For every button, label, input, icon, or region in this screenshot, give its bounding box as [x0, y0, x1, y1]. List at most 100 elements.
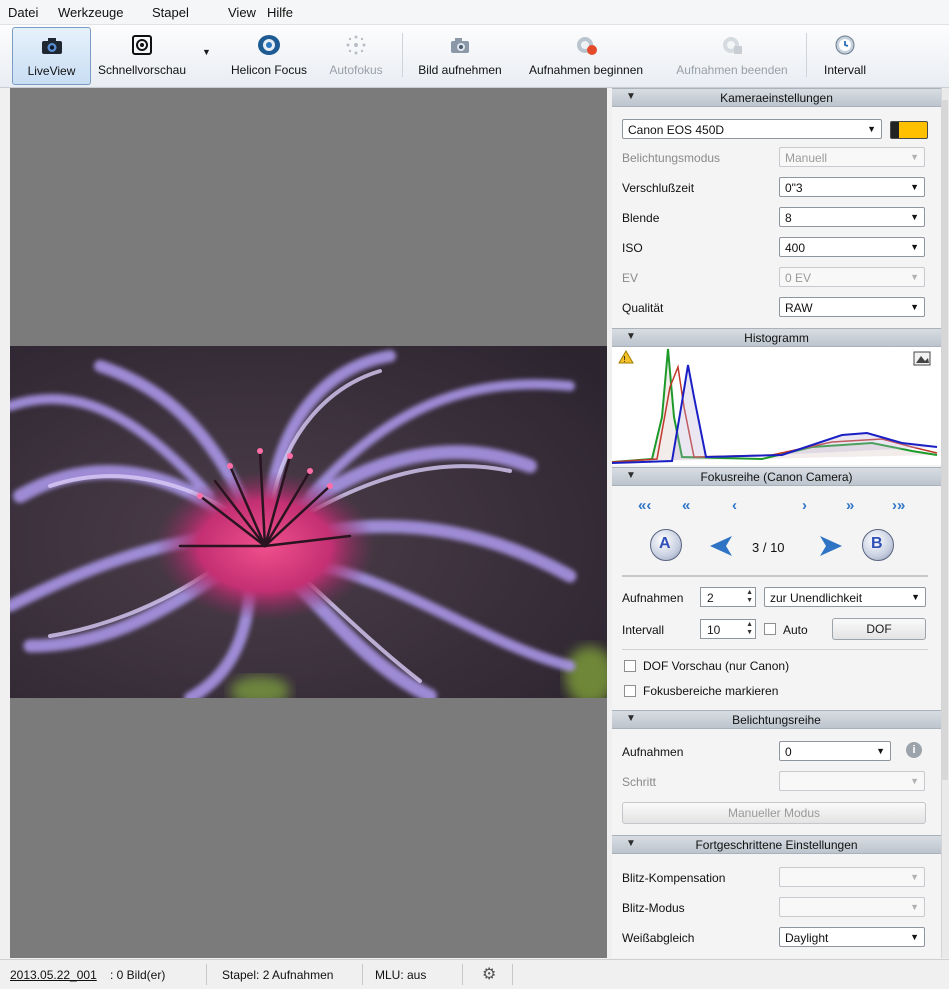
schnellvorschau-dropdown[interactable]: ▼ — [195, 27, 217, 83]
session-link[interactable]: 2013.05.22_001 — [10, 968, 97, 982]
section-histogramm[interactable]: ▼ Histogramm — [612, 328, 941, 347]
aufnahmen-beenden-button[interactable]: Aufnahmen beenden — [662, 27, 802, 83]
belichtung-aufnahmen-select[interactable]: 0 ▼ — [779, 741, 891, 761]
manueller-modus-button[interactable]: Manueller Modus — [622, 802, 926, 824]
step-forward-medium-icon[interactable]: » — [846, 497, 854, 514]
ev-select[interactable]: 0 EV ▼ — [779, 267, 925, 287]
gear-icon[interactable]: ⚙ — [482, 964, 496, 984]
section-fortgeschrittene-einstellungen[interactable]: ▼ Fortgeschrittene Einstellungen — [612, 835, 941, 854]
helicon-focus-icon — [258, 35, 280, 55]
toolbar-separator — [806, 33, 807, 77]
autofokus-button[interactable]: Autofokus — [322, 27, 390, 83]
set-point-b-button[interactable]: B — [862, 529, 894, 561]
fokus-direction-select[interactable]: zur Unendlichkeit ▼ — [764, 587, 926, 607]
dof-preview-checkbox[interactable] — [624, 660, 636, 672]
camera-select[interactable]: Canon EOS 450D ▼ — [622, 119, 882, 139]
menu-datei[interactable]: Datei — [8, 5, 38, 20]
chevron-down-icon: ▼ — [910, 212, 919, 222]
histogram-graph: ! — [612, 348, 938, 464]
stack-info: Stapel: 2 Aufnahmen — [222, 968, 334, 982]
blitz-kompensation-select[interactable]: ▼ — [779, 867, 925, 887]
label-blende: Blende — [622, 211, 660, 225]
fokus-aufnahmen-spinner[interactable]: 2 ▲ ▼ — [700, 587, 756, 607]
point-b-icon: B — [871, 535, 883, 552]
focus-position: 3 / 10 — [752, 540, 785, 555]
label-belichtung-aufnahmen: Aufnahmen — [622, 745, 684, 759]
dof-button[interactable]: DOF — [832, 618, 926, 640]
chevron-down-icon: ▼ — [867, 124, 876, 134]
aufnahmen-beginnen-button[interactable]: Aufnahmen beginnen — [516, 27, 656, 83]
camera-icon — [41, 38, 62, 54]
liveview-button[interactable]: LiveView — [12, 27, 91, 85]
label-blitz-kompensation: Blitz-Kompensation — [622, 871, 726, 885]
info-icon[interactable]: i — [906, 742, 922, 758]
verschlusszeit-select[interactable]: 0"3 ▼ — [779, 177, 925, 197]
menu-stapel[interactable]: Stapel — [152, 5, 189, 20]
focus-next-icon[interactable] — [818, 534, 844, 558]
chevron-down-icon: ▼ — [910, 242, 919, 252]
liveview-viewer[interactable] — [10, 88, 607, 958]
label-belichtungsmodus: Belichtungsmodus — [622, 151, 721, 165]
panel-scrollbar-thumb[interactable] — [942, 100, 948, 780]
step-back-small-icon[interactable]: ‹ — [732, 497, 737, 514]
label-fokus-intervall: Intervall — [622, 623, 665, 637]
schritt-select[interactable]: ▼ — [779, 771, 925, 791]
qualitaet-select[interactable]: RAW ▼ — [779, 297, 925, 317]
label-fokus-aufnahmen: Aufnahmen — [622, 591, 684, 605]
label-schritt: Schritt — [622, 775, 657, 789]
label-mark-focus-areas: Fokusbereiche markieren — [643, 684, 779, 698]
settings-panel: ▼ Kameraeinstellungen Canon EOS 450D ▼ Be… — [612, 88, 941, 958]
histogram-area: ! — [612, 347, 941, 465]
point-a-icon: A — [659, 535, 671, 552]
label-qualitaet: Qualität — [622, 301, 664, 315]
battery-icon — [890, 121, 928, 139]
focus-previous-icon[interactable] — [708, 534, 734, 558]
liveview-image — [10, 346, 607, 698]
set-point-a-button[interactable]: A — [650, 529, 682, 561]
toolbar: LiveView Schnellvorschau ▼ Helicon Focus… — [0, 25, 949, 88]
preview-icon — [132, 35, 152, 55]
auto-checkbox[interactable] — [764, 623, 776, 635]
mark-focus-areas-checkbox[interactable] — [624, 685, 636, 697]
chevron-down-icon: ▼ — [910, 272, 919, 282]
fokus-intervall-spinner[interactable]: 10 ▲ ▼ — [700, 619, 756, 639]
label-verschlusszeit: Verschlußzeit — [622, 181, 695, 195]
step-forward-far-icon[interactable]: ›» — [892, 497, 905, 514]
menu-werkzeuge[interactable]: Werkzeuge — [58, 5, 124, 20]
section-fokusreihe[interactable]: ▼ Fokusreihe (Canon Camera) — [612, 467, 941, 486]
toolbar-separator — [402, 33, 403, 77]
step-back-far-icon[interactable]: «‹ — [638, 497, 651, 514]
step-forward-small-icon[interactable]: › — [802, 497, 807, 514]
section-belichtungsreihe[interactable]: ▼ Belichtungsreihe — [612, 710, 941, 729]
blitz-modus-select[interactable]: ▼ — [779, 897, 925, 917]
menu-view[interactable]: View — [228, 5, 256, 20]
chevron-down-icon: ▼ — [910, 902, 919, 912]
belichtungsmodus-select[interactable]: Manuell ▼ — [779, 147, 925, 167]
label-auto: Auto — [783, 623, 808, 637]
schnellvorschau-button[interactable]: Schnellvorschau — [92, 27, 192, 83]
divider — [622, 649, 928, 650]
status-divider — [462, 964, 463, 985]
chevron-down-icon: ▼ — [911, 592, 920, 602]
bild-aufnehmen-button[interactable]: Bild aufnehmen — [410, 27, 510, 83]
start-series-icon — [577, 37, 597, 55]
label-blitz-modus: Blitz-Modus — [622, 901, 685, 915]
chevron-down-icon: ▼ — [910, 302, 919, 312]
status-divider — [206, 964, 207, 985]
blende-select[interactable]: 8 ▼ — [779, 207, 925, 227]
stop-series-icon — [723, 37, 742, 54]
step-back-medium-icon[interactable]: « — [682, 497, 690, 514]
focus-range-slider[interactable] — [622, 575, 928, 577]
iso-select[interactable]: 400 ▼ — [779, 237, 925, 257]
section-kameraeinstellungen[interactable]: ▼ Kameraeinstellungen — [612, 88, 941, 107]
spinner-arrows-icon[interactable]: ▲ ▼ — [746, 621, 753, 637]
chevron-down-icon: ▼ — [876, 746, 885, 756]
spinner-arrows-icon[interactable]: ▲ ▼ — [746, 589, 753, 605]
autofocus-icon — [346, 35, 366, 55]
weissabgleich-select[interactable]: Daylight ▼ — [779, 927, 925, 947]
helicon-focus-button[interactable]: Helicon Focus — [222, 27, 316, 83]
chevron-down-icon: ▼ — [910, 152, 919, 162]
menu-hilfe[interactable]: Hilfe — [267, 5, 293, 20]
mlu-status: MLU: aus — [375, 968, 427, 982]
intervall-button[interactable]: Intervall — [812, 27, 878, 83]
